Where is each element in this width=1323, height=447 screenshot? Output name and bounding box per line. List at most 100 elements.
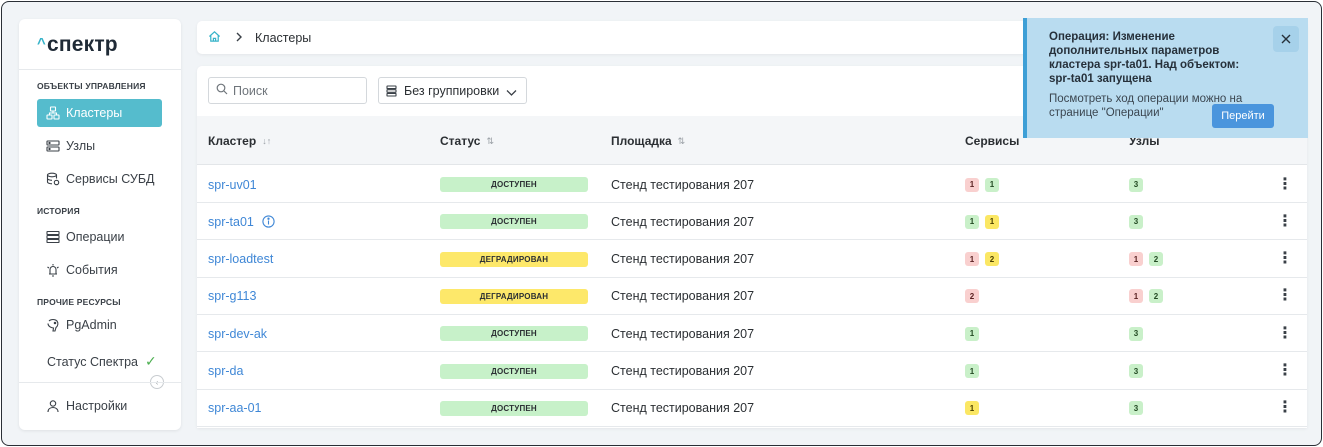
site-name: Стенд тестирования 207 [611, 177, 755, 192]
sidebar-item-db-services[interactable]: Сервисы СУБД [37, 165, 162, 193]
logo[interactable]: ^спектр [37, 33, 118, 57]
check-icon: ✓ [144, 353, 157, 369]
info-icon[interactable] [262, 215, 275, 228]
cell-status: ДОСТУПЕН [440, 166, 588, 203]
site-name: Стенд тестирования 207 [611, 364, 755, 378]
cluster-link[interactable]: spr-uv01 [208, 178, 257, 192]
more-actions-icon[interactable]: ⋮ [1277, 176, 1293, 193]
more-actions-icon[interactable]: ⋮ [1277, 251, 1293, 267]
cell-cluster: spr-da [208, 353, 243, 390]
sidebar-item-events[interactable]: События [37, 256, 162, 284]
search-input[interactable] [233, 83, 353, 98]
column-label: Сервисы [965, 134, 1020, 148]
operations-icon [46, 230, 60, 244]
sidebar-item-operations[interactable]: Операции [37, 223, 162, 251]
table-row[interactable]: spr-uv01 ДОСТУПЕН Стенд тестирования 207 1 1… [197, 166, 1307, 203]
column-header-site[interactable]: Площадка ⇅ [611, 134, 685, 148]
logo-mark: ^ [37, 35, 46, 52]
service-count-badge: 1 [965, 252, 979, 267]
service-count-badge: 1 [965, 364, 979, 378]
cell-cluster: spr-g113 [208, 278, 256, 315]
table-row[interactable]: spr-aa-01 ДОСТУПЕН Стенд тестирования 207 1… [197, 390, 1307, 427]
column-header-status[interactable]: Статус ⇅ [440, 134, 494, 148]
section-title-objects: ОБЪЕКТЫ УПРАВЛЕНИЯ [37, 81, 146, 91]
cluster-link[interactable]: spr-da [208, 364, 243, 378]
toast-title: Операция: Изменение дополнительных парам… [1049, 31, 1240, 85]
cluster-link[interactable]: spr-g113 [208, 289, 256, 303]
cell-actions: ⋮ [1277, 278, 1293, 315]
cell-cluster: spr-loadtest [208, 241, 273, 278]
cell-services: 1 [965, 315, 985, 352]
cell-nodes: 12 [1129, 241, 1169, 278]
grouping-select[interactable]: Без группировки [378, 77, 527, 104]
cell-services: 11 [965, 166, 1005, 203]
sidebar-item-pgadmin[interactable]: PgAdmin [37, 311, 162, 339]
sidebar-item-label: Сервисы СУБД [66, 172, 155, 186]
operation-toast: Операция: Изменение дополнительных парам… [1023, 18, 1308, 138]
more-actions-icon[interactable]: ⋮ [1277, 325, 1293, 342]
sidebar-item-label: События [66, 263, 118, 277]
more-actions-icon[interactable]: ⋮ [1277, 363, 1293, 379]
table-row[interactable]: spr-loadtest ДЕГРАДИРОВАН Стенд тестирован… [197, 241, 1307, 278]
home-icon[interactable] [208, 30, 221, 46]
cell-actions: ⋮ [1277, 353, 1293, 390]
logo-text: спектр [46, 33, 118, 56]
sort-icon: ↓↑ [262, 136, 272, 146]
more-actions-icon[interactable]: ⋮ [1277, 288, 1293, 304]
search-icon [216, 83, 228, 98]
status-badge: ДОСТУПЕН [440, 214, 588, 230]
spectr-status[interactable]: Статус Спектра ✓ [47, 353, 157, 370]
cell-cluster: spr-dev-ak [208, 315, 267, 352]
table-row[interactable]: spr-da ДОСТУПЕН Стенд тестирования 207 1 3 ⋮ [197, 353, 1307, 390]
more-actions-icon[interactable]: ⋮ [1277, 213, 1293, 230]
column-header-cluster[interactable]: Кластер ↓↑ [208, 134, 271, 148]
cell-actions: ⋮ [1277, 203, 1293, 240]
sidebar-divider [19, 382, 181, 383]
sidebar-divider [19, 69, 181, 70]
sidebar-item-settings[interactable]: Настройки [37, 392, 162, 420]
status-badge: ДЕГРАДИРОВАН [440, 251, 588, 267]
go-to-operations-button[interactable]: Перейти [1212, 104, 1274, 128]
cell-services: 1 [965, 390, 985, 427]
table-row[interactable]: spr-g113 ДЕГРАДИРОВАН Стенд тестирования 2… [197, 278, 1307, 315]
toast-close-button[interactable] [1273, 26, 1299, 52]
sort-icon: ⇅ [486, 135, 494, 146]
sort-icon: ⇅ [677, 135, 686, 146]
status-badge: ДЕГРАДИРОВАН [440, 288, 588, 304]
user-icon [46, 399, 60, 413]
cell-services: 11 [965, 203, 1005, 240]
cell-site: Стенд тестирования 207 [611, 278, 754, 315]
table-row[interactable]: spr-dev-ak ДОСТУПЕН Стенд тестирования 207… [197, 315, 1307, 353]
sidebar-item-clusters[interactable]: Кластеры [37, 99, 162, 127]
cell-status: ДОСТУПЕН [440, 203, 588, 240]
cluster-link[interactable]: spr-aa-01 [208, 401, 262, 415]
site-name: Стенд тестирования 207 [611, 252, 755, 267]
node-count-badge: 1 [1129, 252, 1143, 267]
cell-nodes: 3 [1129, 203, 1149, 240]
sidebar-item-nodes[interactable]: Узлы [37, 132, 162, 160]
cell-site: Стенд тестирования 207 [611, 241, 754, 278]
node-count-badge: 3 [1129, 177, 1143, 192]
site-name: Стенд тестирования 207 [611, 401, 755, 416]
grouping-value: Без группировки [404, 83, 500, 98]
section-title-other: ПРОЧИЕ РЕСУРСЫ [37, 297, 121, 307]
table-row[interactable]: spr-ta01 ДОСТУПЕН Стенд тестирования 207 1 1… [197, 203, 1307, 241]
status-badge: ДОСТУПЕН [440, 326, 588, 342]
cluster-link[interactable]: spr-loadtest [208, 252, 273, 266]
close-icon [1281, 31, 1291, 47]
cell-site: Стенд тестирования 207 [611, 353, 754, 390]
service-count-badge: 1 [985, 214, 999, 229]
status-badge: ДОСТУПЕН [440, 177, 588, 192]
sidebar-item-label: Настройки [66, 399, 128, 413]
cell-actions: ⋮ [1277, 241, 1293, 278]
cell-actions: ⋮ [1277, 390, 1293, 427]
cluster-link[interactable]: spr-ta01 [208, 215, 254, 229]
database-service-icon [46, 172, 60, 186]
service-count-badge: 1 [965, 214, 979, 229]
search-box[interactable] [208, 77, 367, 104]
status-badge: ДОСТУПЕН [440, 363, 588, 379]
cluster-link[interactable]: spr-dev-ak [208, 327, 267, 341]
node-count-badge: 2 [1149, 289, 1163, 304]
more-actions-icon[interactable]: ⋮ [1277, 400, 1293, 416]
chevron-right-icon [235, 30, 243, 45]
